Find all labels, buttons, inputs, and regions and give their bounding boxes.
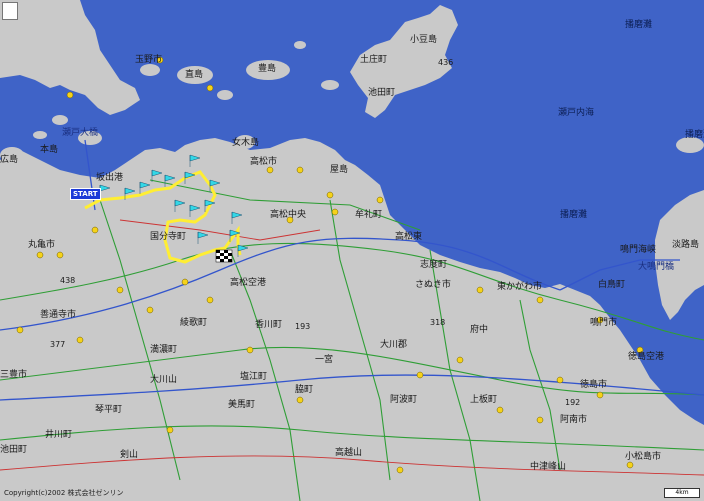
label-nakatsumine: 中津峰山 xyxy=(530,462,567,472)
label-mima: 美馬町 xyxy=(228,400,256,410)
label-megijima: 女木島 xyxy=(232,138,260,148)
label-sanuki: さぬき市 xyxy=(415,280,451,290)
label-tokushima-city: 徳島市 xyxy=(580,380,608,390)
label-ohnaruto: 大鳴門橋 xyxy=(638,262,675,272)
label-naruto: 鳴門市 xyxy=(590,318,618,328)
label-naruto-kaikyo: 鳴門海峡 xyxy=(620,245,657,255)
label-ikeda-tokushima: 池田町 xyxy=(0,445,28,455)
label-takakoshi: 高越山 xyxy=(335,448,363,458)
label-ichinomiya: 一宮 xyxy=(315,355,334,365)
route-377: 377 xyxy=(50,340,66,349)
island-b xyxy=(217,90,233,100)
awaji-land xyxy=(655,190,704,320)
island-c xyxy=(52,115,68,125)
label-setoohashi: 瀬戸大橋 xyxy=(62,128,99,138)
label-honjima: 本島 xyxy=(40,145,59,155)
island-a xyxy=(140,64,160,76)
label-zentsuji: 善通寺市 xyxy=(40,310,77,320)
label-mitoyo: 三豊市 xyxy=(0,370,28,380)
route-318: 318 xyxy=(430,318,446,327)
route-438: 438 xyxy=(60,276,76,285)
copyright-text: Copyright(c)2002 株式会社ゼンリン xyxy=(4,489,124,497)
label-marugame: 丸亀市 xyxy=(28,240,56,250)
label-tsurugi: 剣山 xyxy=(120,450,139,460)
compass-icon[interactable] xyxy=(2,2,18,20)
label-kamiita: 上板町 xyxy=(470,395,498,405)
route-193: 193 xyxy=(295,322,311,331)
label-naoshima: 直島 xyxy=(185,70,204,80)
label-harima-nada-2: 播磨灘 xyxy=(685,130,704,140)
label-seto-naikai: 瀬戸内海 xyxy=(558,108,595,118)
island-d xyxy=(33,131,47,139)
label-shionoe: 塩江町 xyxy=(240,372,268,382)
route-436: 436 xyxy=(438,58,454,67)
route-192: 192 xyxy=(565,398,581,407)
label-shido: 志度町 xyxy=(420,260,448,270)
label-awaji: 淡路島 xyxy=(672,240,700,250)
label-wakimachi: 脇町 xyxy=(295,385,314,395)
label-ikawa: 井川町 xyxy=(45,430,73,440)
label-awa: 阿波町 xyxy=(390,395,418,405)
label-tonosho: 土庄町 xyxy=(360,55,388,65)
label-tokushima-airport: 徳島空港 xyxy=(628,352,665,362)
label-kotohira: 琴平町 xyxy=(95,405,123,415)
label-mannou: 満濃町 xyxy=(150,345,178,355)
label-fuchu: 府中 xyxy=(470,325,489,335)
label-daisen: 大川山 xyxy=(150,375,178,385)
label-yashima: 屋島 xyxy=(330,165,349,175)
map-base-layer xyxy=(0,0,704,501)
label-harima-nada-3: 播磨灘 xyxy=(560,210,588,220)
label-shodoshima: 小豆島 xyxy=(410,35,438,45)
label-shiraotori: 白鳥町 xyxy=(598,280,626,290)
label-takamatsu: 高松市 xyxy=(250,157,278,167)
goal-flag xyxy=(215,249,233,263)
label-mure: 牟礼町 xyxy=(355,210,383,220)
label-harima-nada-1: 播磨灘 xyxy=(625,20,653,30)
label-tamano: 玉野市 xyxy=(135,55,163,65)
label-kagawa: 香川町 xyxy=(255,320,283,330)
label-komatsushima: 小松島市 xyxy=(625,452,662,462)
label-takamatsu-airport: 高松空港 xyxy=(230,278,267,288)
label-ohkawa: 大川郡 xyxy=(380,340,408,350)
label-kokubunji: 国分寺町 xyxy=(150,232,187,242)
label-takamatsu-chuo: 高松中央 xyxy=(270,210,307,220)
map-canvas[interactable]: START 播磨灘 瀬戸内海 播磨灘 播磨灘 小豆島 土庄町 池田町 豊島 直島… xyxy=(0,0,704,501)
island-f xyxy=(321,80,339,90)
label-anan: 阿南市 xyxy=(560,415,588,425)
label-sakaide: 坂出港 xyxy=(96,173,124,183)
label-ayauta: 綾歌町 xyxy=(180,318,208,328)
label-higashikagawa: 東かがわ市 xyxy=(497,282,543,292)
label-ikeda: 池田町 xyxy=(368,88,396,98)
start-marker[interactable]: START xyxy=(70,188,101,200)
label-takamatsu-higashi: 高松東 xyxy=(395,232,423,242)
label-hiroshima: 広島 xyxy=(0,155,19,165)
island-e xyxy=(294,41,306,49)
label-toyoshima: 豊島 xyxy=(258,64,277,74)
scale-bar: 4km xyxy=(664,488,700,498)
